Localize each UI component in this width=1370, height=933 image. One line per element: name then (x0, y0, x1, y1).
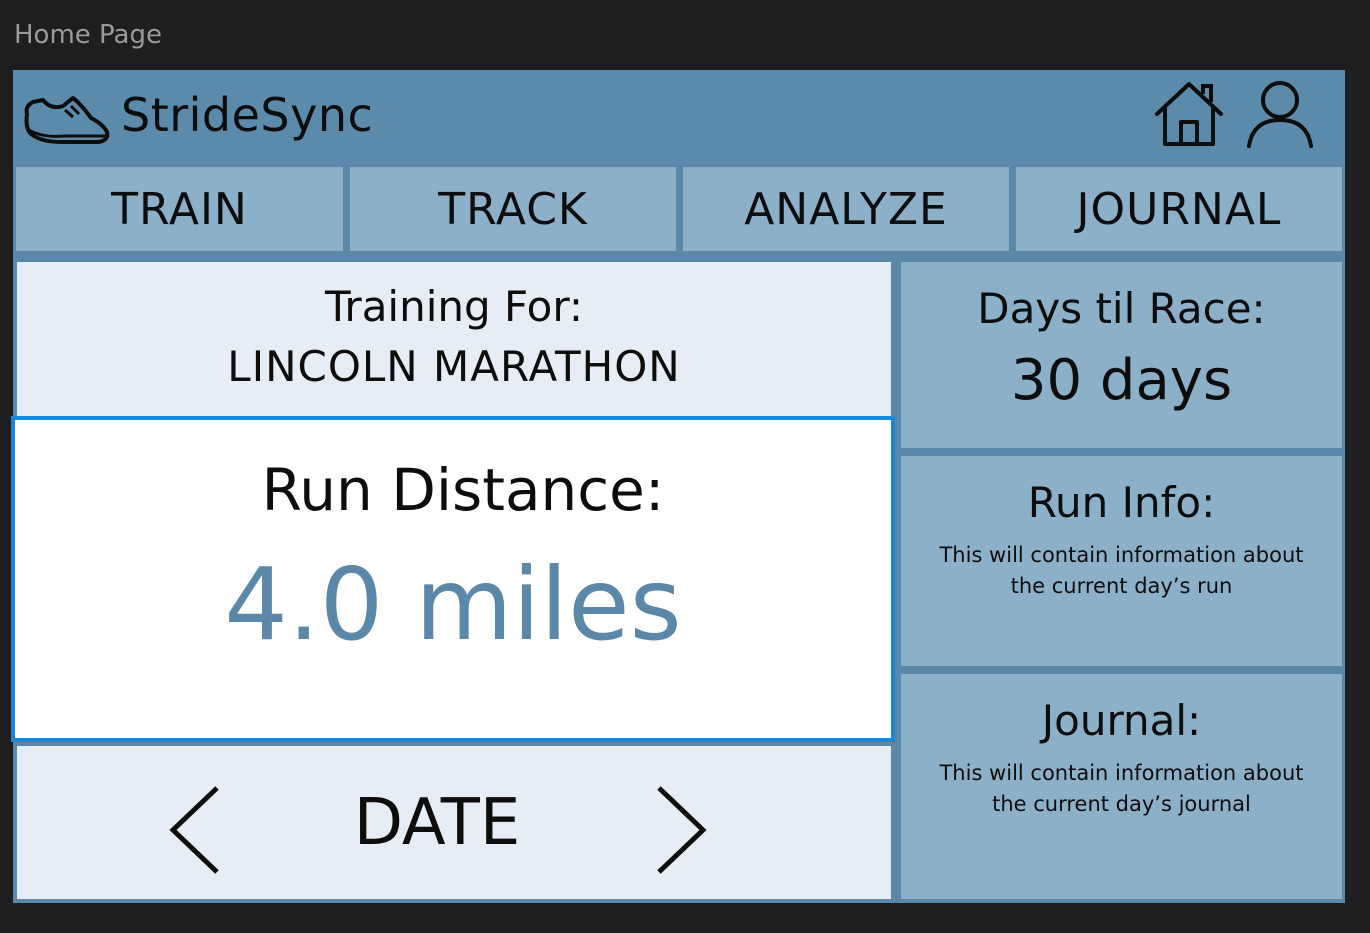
journal-card[interactable]: Journal: This will contain information a… (901, 674, 1342, 899)
run-info-description: This will contain information about the … (939, 543, 1304, 598)
run-info-title: Run Info: (1027, 478, 1216, 527)
chevron-right-icon[interactable] (653, 784, 709, 876)
days-til-race-card: Days til Race: 30 days (901, 262, 1342, 448)
window-title: Home Page (14, 20, 162, 50)
home-icon[interactable] (1153, 80, 1225, 148)
journal-title: Journal: (1041, 696, 1202, 745)
sneaker-icon (24, 96, 110, 144)
app-brand: StrideSync (121, 88, 374, 142)
app-header: StrideSync (13, 70, 1345, 165)
tab-track[interactable]: TRACK (350, 167, 676, 251)
training-for-label: Training For: (324, 282, 584, 331)
tab-train[interactable]: TRAIN (16, 167, 343, 251)
date-navigator: DATE (17, 746, 891, 899)
days-til-race-title: Days til Race: (977, 284, 1266, 333)
run-info-card[interactable]: Run Info: This will contain information … (901, 456, 1342, 666)
tab-analyze[interactable]: ANALYZE (683, 167, 1009, 251)
main-nav: TRAIN TRACK ANALYZE JOURNAL (13, 165, 1345, 255)
run-distance-value: 4.0 miles (224, 546, 682, 663)
days-til-race-value: 30 days (1010, 348, 1233, 413)
journal-description: This will contain information about the … (939, 761, 1304, 816)
user-icon[interactable] (1245, 80, 1315, 150)
app-frame: StrideSync TRAIN TRACK ANALYZE JOURNAL T… (11, 70, 1345, 903)
run-distance-label: Run Distance: (261, 456, 665, 524)
tab-journal[interactable]: JOURNAL (1016, 167, 1342, 251)
race-name: LINCOLN MARATHON (227, 342, 681, 391)
training-for-panel: Training For: LINCOLN MARATHON (17, 262, 891, 416)
run-distance-card[interactable]: Run Distance: 4.0 miles (11, 416, 895, 742)
date-label: DATE (353, 786, 521, 860)
